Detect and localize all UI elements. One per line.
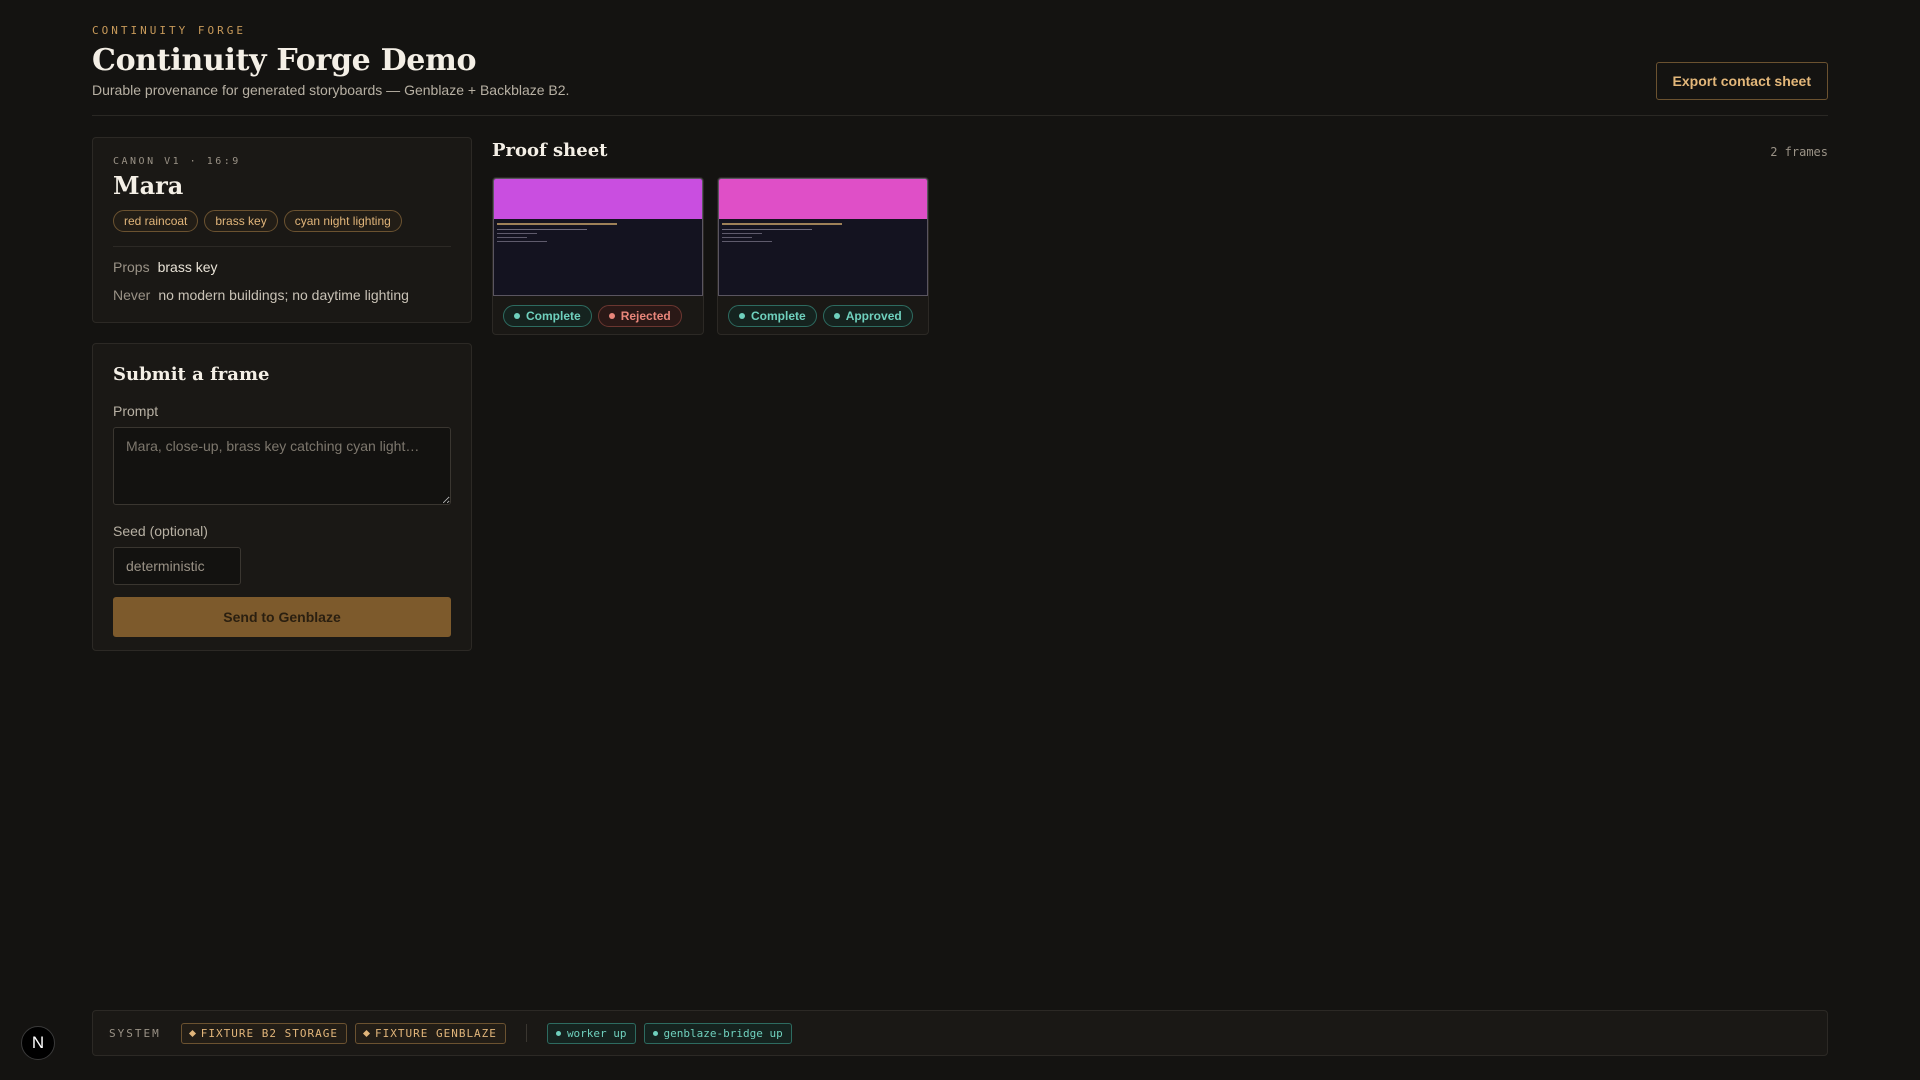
divider <box>525 1024 527 1042</box>
review-badge: Approved <box>822 305 913 327</box>
submit-frame-card: Submit a frame Prompt Seed (optional) Se… <box>92 343 472 651</box>
thumbnail-color-band <box>494 179 702 219</box>
props-value: brass key <box>157 259 218 275</box>
tag-brass-key: brass key <box>204 210 278 232</box>
tag-cyan-night-lighting: cyan night lighting <box>283 210 402 232</box>
status-text: Complete <box>526 309 581 323</box>
status-dot-icon <box>833 313 840 319</box>
service-text: worker up <box>566 1026 627 1040</box>
send-to-genblaze-button[interactable]: Send to Genblaze <box>113 597 451 637</box>
page-subtitle: Durable provenance for generated storybo… <box>92 82 570 98</box>
frame-badges: Complete Rejected <box>503 305 682 327</box>
status-badge: Complete <box>503 305 592 327</box>
frame-badges: Complete Approved <box>728 305 913 327</box>
status-text: Complete <box>751 309 806 323</box>
submit-frame-title: Submit a frame <box>113 364 270 385</box>
status-dot-icon <box>555 1030 561 1036</box>
canon-meta: CANON V1 · 16:9 <box>113 156 241 167</box>
status-badge: Complete <box>728 305 817 327</box>
tag-red-raincoat: red raincoat <box>113 210 199 232</box>
canon-tags: red raincoat brass key cyan night lighti… <box>113 210 451 247</box>
system-status-bar: SYSTEM FIXTURE B2 STORAGE FIXTURE GENBLA… <box>92 1010 1828 1056</box>
page-title: Continuity Forge Demo <box>92 43 477 78</box>
status-dot-icon <box>514 313 520 319</box>
export-contact-sheet-button[interactable]: Export contact sheet <box>1655 62 1828 100</box>
genblaze-bridge-status-pill: genblaze-bridge up <box>643 1022 792 1044</box>
frame-thumbnail[interactable] <box>718 178 928 296</box>
diamond-icon <box>188 1029 196 1037</box>
service-text: genblaze-bridge up <box>663 1026 783 1040</box>
never-value: no modern buildings; no daytime lighting <box>158 287 409 303</box>
seed-input[interactable] <box>113 547 241 585</box>
frame-count: 2 frames <box>1770 145 1828 159</box>
never-label: Never <box>113 287 151 303</box>
page-header: CONTINUITY FORGE Continuity Forge Demo D… <box>92 24 1828 116</box>
frame-thumbnail[interactable] <box>493 178 703 296</box>
character-name: Mara <box>113 171 184 200</box>
seed-label: Seed (optional) <box>113 523 208 539</box>
thumbnail-text-lines <box>719 219 927 245</box>
proof-sheet-title: Proof sheet <box>492 140 608 161</box>
worker-status-pill: worker up <box>546 1022 636 1044</box>
diamond-icon <box>362 1029 371 1037</box>
thumbnail-color-band <box>719 179 927 219</box>
fixture-genblaze-pill: FIXTURE GENBLAZE <box>354 1022 506 1044</box>
props-row: Props brass key <box>113 259 451 275</box>
status-dot-icon <box>608 313 615 319</box>
status-dot-icon <box>739 313 745 319</box>
never-row: Never no modern buildings; no daytime li… <box>113 287 451 303</box>
review-text: Approved <box>845 309 902 323</box>
frame-card[interactable]: Complete Rejected <box>492 177 704 335</box>
frame-card[interactable]: Complete Approved <box>717 177 929 335</box>
brand-eyebrow: CONTINUITY FORGE <box>92 24 246 37</box>
fixture-text: FIXTURE GENBLAZE <box>374 1026 497 1040</box>
prompt-label: Prompt <box>113 403 159 419</box>
review-badge: Rejected <box>597 305 682 327</box>
props-label: Props <box>113 259 150 275</box>
status-dot-icon <box>652 1030 658 1036</box>
app-page: CONTINUITY FORGE Continuity Forge Demo D… <box>0 0 1920 1080</box>
thumbnail-text-lines <box>494 219 702 245</box>
canon-card: CANON V1 · 16:9 Mara red raincoat brass … <box>92 137 472 323</box>
system-label: SYSTEM <box>109 1026 161 1040</box>
fixture-text: FIXTURE B2 STORAGE <box>200 1026 338 1040</box>
review-text: Rejected <box>620 309 671 323</box>
prompt-input[interactable] <box>113 427 451 505</box>
fixture-b2-storage-pill: FIXTURE B2 STORAGE <box>180 1022 347 1044</box>
n-logo-icon[interactable]: N <box>21 1026 55 1060</box>
